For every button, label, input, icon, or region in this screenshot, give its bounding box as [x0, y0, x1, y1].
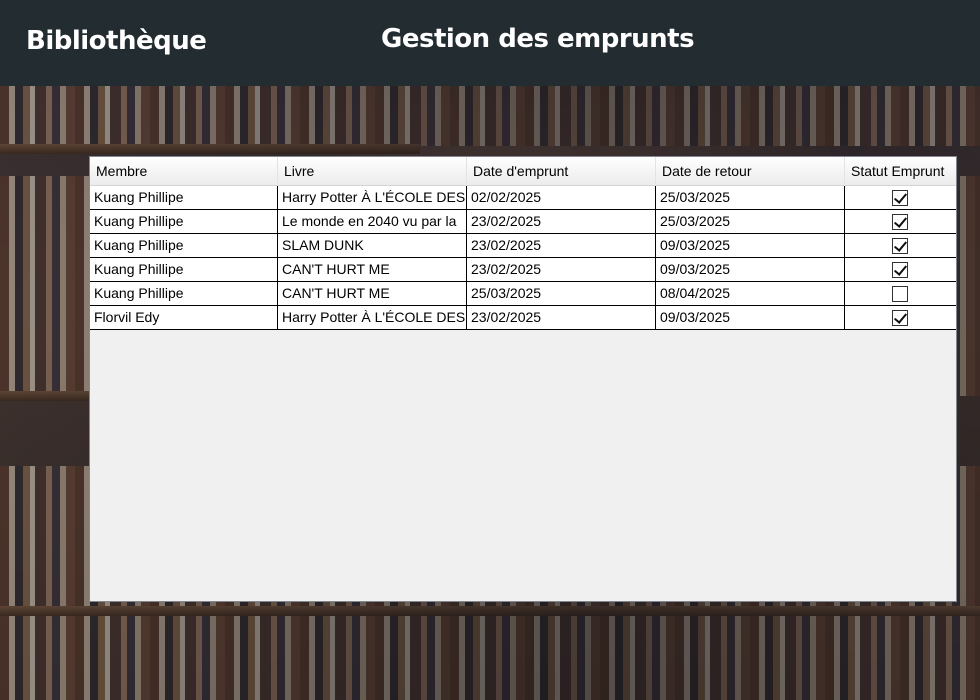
cell-date-emprunt[interactable]: 23/02/2025 — [467, 234, 656, 257]
loans-data-grid[interactable]: Membre Livre Date d'emprunt Date de reto… — [89, 156, 957, 602]
table-row[interactable]: Kuang Phillipe SLAM DUNK 23/02/2025 09/03/2… — [90, 234, 956, 258]
cell-statut — [845, 210, 956, 233]
statut-checkbox[interactable] — [892, 286, 908, 302]
grid-header: Membre Livre Date d'emprunt Date de reto… — [90, 157, 956, 186]
cell-statut — [845, 186, 956, 209]
cell-statut — [845, 234, 956, 257]
cell-date-retour[interactable]: 25/03/2025 — [656, 210, 845, 233]
cell-date-emprunt[interactable]: 23/02/2025 — [467, 306, 656, 329]
cell-date-retour[interactable]: 09/03/2025 — [656, 234, 845, 257]
app-brand: Bibliothèque — [26, 26, 207, 56]
cell-date-retour[interactable]: 09/03/2025 — [656, 258, 845, 281]
cell-membre[interactable]: Kuang Phillipe — [90, 282, 278, 305]
cell-membre[interactable]: Kuang Phillipe — [90, 210, 278, 233]
cell-date-retour[interactable]: 09/03/2025 — [656, 306, 845, 329]
statut-checkbox[interactable] — [892, 262, 908, 278]
app-header: Bibliothèque Gestion des emprunts — [0, 0, 980, 86]
page-title: Gestion des emprunts — [381, 24, 695, 54]
table-row[interactable]: Kuang Phillipe Le monde en 2040 vu par la… — [90, 210, 956, 234]
cell-livre[interactable]: SLAM DUNK — [278, 234, 467, 257]
cell-date-emprunt[interactable]: 23/02/2025 — [467, 258, 656, 281]
statut-checkbox[interactable] — [892, 214, 908, 230]
table-row[interactable]: Kuang Phillipe Harry Potter À L'ÉCOLE DES… — [90, 186, 956, 210]
cell-statut — [845, 306, 956, 329]
cell-membre[interactable]: Florvil Edy — [90, 306, 278, 329]
statut-checkbox[interactable] — [892, 190, 908, 206]
statut-checkbox[interactable] — [892, 310, 908, 326]
cell-membre[interactable]: Kuang Phillipe — [90, 186, 278, 209]
cell-livre[interactable]: Le monde en 2040 vu par la — [278, 210, 467, 233]
cell-statut — [845, 258, 956, 281]
column-header-livre[interactable]: Livre — [278, 157, 467, 186]
cell-livre[interactable]: Harry Potter À L'ÉCOLE DES — [278, 186, 467, 209]
cell-date-emprunt[interactable]: 23/02/2025 — [467, 210, 656, 233]
cell-date-retour[interactable]: 08/04/2025 — [656, 282, 845, 305]
column-header-statut[interactable]: Statut Emprunt — [845, 157, 956, 186]
cell-date-emprunt[interactable]: 25/03/2025 — [467, 282, 656, 305]
grid-body: Kuang Phillipe Harry Potter À L'ÉCOLE DES… — [90, 186, 956, 330]
column-header-date-retour[interactable]: Date de retour — [656, 157, 845, 186]
cell-membre[interactable]: Kuang Phillipe — [90, 234, 278, 257]
cell-livre[interactable]: CAN'T HURT ME — [278, 258, 467, 281]
cell-membre[interactable]: Kuang Phillipe — [90, 258, 278, 281]
table-row[interactable]: Kuang Phillipe CAN'T HURT ME 25/03/2025 08/… — [90, 282, 956, 306]
table-row[interactable]: Kuang Phillipe CAN'T HURT ME 23/02/2025 09/… — [90, 258, 956, 282]
cell-date-retour[interactable]: 25/03/2025 — [656, 186, 845, 209]
cell-statut — [845, 282, 956, 305]
column-header-membre[interactable]: Membre — [90, 157, 278, 186]
cell-livre[interactable]: CAN'T HURT ME — [278, 282, 467, 305]
table-row[interactable]: Florvil Edy Harry Potter À L'ÉCOLE DES 23/… — [90, 306, 956, 330]
cell-date-emprunt[interactable]: 02/02/2025 — [467, 186, 656, 209]
cell-livre[interactable]: Harry Potter À L'ÉCOLE DES — [278, 306, 467, 329]
column-header-date-emprunt[interactable]: Date d'emprunt — [467, 157, 656, 186]
statut-checkbox[interactable] — [892, 238, 908, 254]
